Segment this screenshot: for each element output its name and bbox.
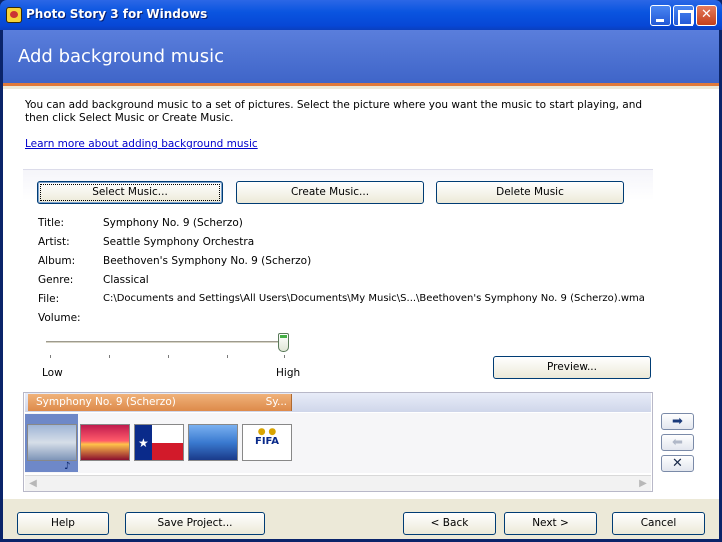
genre-value: Classical [103,274,149,286]
genre-label: Genre: [38,274,74,286]
preview-button[interactable]: Preview... [493,356,651,379]
artist-label: Artist: [38,236,70,248]
volume-high-label: High [276,367,301,379]
volume-slider-thumb[interactable] [278,333,289,352]
slider-tick [227,355,228,358]
cancel-button[interactable]: Cancel [612,512,705,535]
music-clip-bar[interactable]: Symphony No. 9 (Scherzo) Sy... [28,394,292,411]
remove-picture-button[interactable]: ✕ [661,455,694,472]
intro-text: You can add background music to a set of… [25,99,643,124]
back-arrow-icon: ⬅ [672,435,683,450]
slider-tick [109,355,110,358]
thumbnail-red-sunset[interactable] [80,424,130,461]
photo-story-app-icon [6,7,22,23]
timeline-horizontal-scrollbar[interactable]: ◀ ▶ [25,475,651,491]
title-label: Title: [38,217,65,229]
slider-tick [168,355,169,358]
minimize-button[interactable] [650,5,671,26]
volume-low-label: Low [42,367,63,379]
thumbnail-texas-flag[interactable]: ★ [134,424,184,461]
file-value: C:\Documents and Settings\All Users\Docu… [103,293,645,304]
file-label: File: [38,293,60,305]
scroll-right-icon[interactable]: ▶ [635,476,651,491]
album-label: Album: [38,255,76,267]
page-title: Add background music [18,46,224,67]
back-button[interactable]: < Back [403,512,496,535]
close-button[interactable] [696,5,717,26]
scroll-left-icon[interactable]: ◀ [25,476,41,491]
music-note-icon: ♪ [64,461,71,472]
window-title: Photo Story 3 for Windows [26,7,208,21]
title-bar[interactable]: Photo Story 3 for Windows [0,0,722,30]
music-clip-tail: Sy... [265,396,287,408]
fifa-logo-text: FIFA [255,436,279,447]
create-music-button[interactable]: Create Music... [236,181,424,204]
next-button[interactable]: Next > [504,512,597,535]
thumbnail-blue-mountains[interactable] [188,424,238,461]
select-music-button[interactable]: Select Music... [37,181,223,204]
learn-more-link[interactable]: Learn more about adding background music [25,138,258,150]
remove-icon: ✕ [672,456,683,471]
slider-tick [50,355,51,358]
delete-music-button[interactable]: Delete Music [436,181,624,204]
slider-tick [284,355,285,358]
title-value: Symphony No. 9 (Scherzo) [103,217,243,229]
thumbnail-cloudy-sky[interactable] [27,424,77,461]
help-button[interactable]: Help [17,512,109,535]
move-back-button[interactable]: ⬅ [661,434,694,451]
thumbnail-fifa-logo[interactable]: ● ● FIFA [242,424,292,461]
volume-label: Volume: [38,312,81,324]
forward-arrow-icon: ➡ [672,414,683,429]
save-project-button[interactable]: Save Project... [125,512,265,535]
volume-slider-track[interactable] [46,341,286,344]
album-value: Beethoven's Symphony No. 9 (Scherzo) [103,255,312,267]
page-header: Add background music [3,30,719,86]
music-clip-label: Symphony No. 9 (Scherzo) [36,396,176,408]
move-forward-button[interactable]: ➡ [661,413,694,430]
maximize-button[interactable] [673,5,694,26]
artist-value: Seattle Symphony Orchestra [103,236,255,248]
